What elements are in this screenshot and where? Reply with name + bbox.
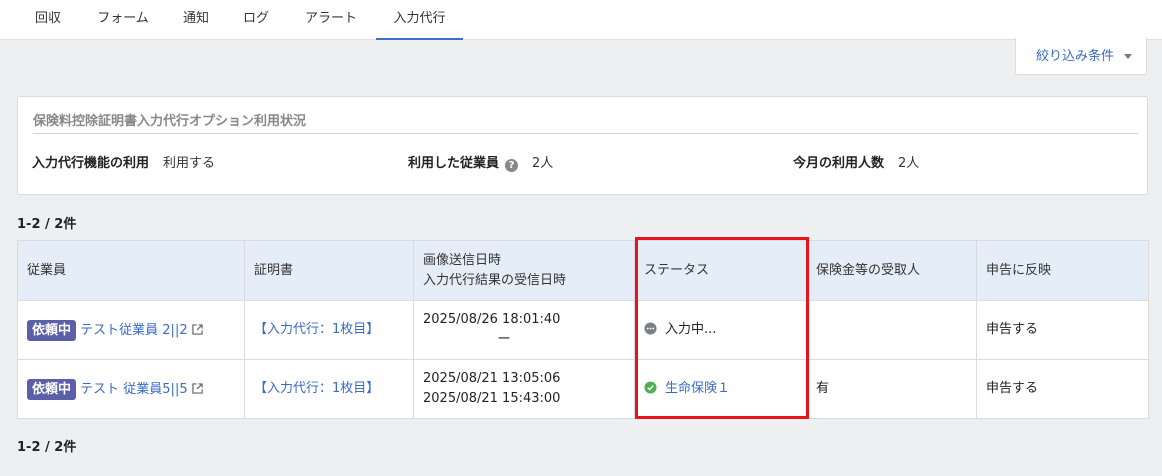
tab-notification[interactable]: 通知 (170, 0, 222, 40)
status-text: 入力中... (665, 322, 717, 337)
usage-employees: 利用した従業員? 2人 (408, 155, 553, 173)
status-badge: 依頼中 (27, 378, 77, 400)
cell-recipient: 有 (806, 359, 977, 419)
received-datetime: 2025/08/21 15:43:00 (423, 391, 561, 406)
header-employee: 従業員 (17, 240, 245, 301)
cell-status: 入力中... (634, 300, 807, 360)
employee-link[interactable]: テスト従業員 2||2 (80, 323, 187, 338)
header-datetime-sent: 画像送信日時 (423, 252, 502, 268)
pagination-count-top: 1-2 / 2件 (17, 217, 77, 232)
cell-certificate: 【入力代行：1枚目】 (244, 300, 414, 360)
usage-feature: 入力代行機能の利用 利用する (32, 155, 215, 173)
table-row: 依頼中 テスト 従業員5||5 【入力代行：1枚目】 2025/08/21 13… (17, 359, 1149, 419)
cell-employee: 依頼中 テスト 従業員5||5 (17, 359, 245, 419)
filter-conditions-button[interactable]: 絞り込み条件 (1015, 38, 1147, 75)
tab-form[interactable]: フォーム (82, 0, 164, 40)
status-badge: 依頼中 (27, 319, 77, 341)
usage-status-panel: 保険料控除証明書入力代行オプション利用状況 入力代行機能の利用 利用する 利用した… (17, 96, 1148, 195)
tab-input-proxy[interactable]: 入力代行 (376, 0, 463, 40)
tab-alert[interactable]: アラート (292, 0, 370, 40)
cell-datetime: 2025/08/26 18:01:40 ー (413, 300, 635, 360)
cell-status: 生命保険１ (634, 359, 807, 419)
input-proxy-table: 従業員 証明書 画像送信日時 入力代行結果の受信日時 ステータス 保険金等の受取… (17, 240, 1149, 419)
certificate-link[interactable]: 【入力代行：1枚目】 (254, 322, 379, 337)
cell-recipient (806, 300, 977, 360)
header-status: ステータス (634, 240, 807, 301)
external-link-icon[interactable] (191, 382, 203, 394)
sent-datetime: 2025/08/26 18:01:40 (423, 312, 561, 327)
tab-log[interactable]: ログ (230, 0, 282, 40)
usage-panel-title: 保険料控除証明書入力代行オプション利用状況 (33, 112, 1138, 134)
external-link-icon[interactable] (191, 323, 203, 335)
help-icon[interactable]: ? (505, 159, 519, 172)
table-header-row: 従業員 証明書 画像送信日時 入力代行結果の受信日時 ステータス 保険金等の受取… (17, 240, 1149, 301)
check-circle-icon (644, 381, 657, 394)
header-certificate: 証明書 (244, 240, 414, 301)
caret-down-icon (1124, 54, 1132, 59)
cell-employee: 依頼中 テスト従業員 2||2 (17, 300, 245, 360)
table-row: 依頼中 テスト従業員 2||2 【入力代行：1枚目】 2025/08/26 18… (17, 300, 1149, 360)
usage-feature-label: 入力代行機能の利用 (32, 156, 150, 171)
usage-monthly: 今月の利用人数 2人 (793, 155, 919, 173)
tab-bar: 回収 フォーム 通知 ログ アラート 入力代行 (0, 0, 1162, 40)
usage-employees-label: 利用した従業員 (408, 156, 500, 171)
header-datetime: 画像送信日時 入力代行結果の受信日時 (413, 240, 635, 301)
usage-employees-value: 2人 (532, 156, 554, 171)
sent-datetime: 2025/08/21 13:05:06 (423, 371, 561, 386)
cell-datetime: 2025/08/21 13:05:06 2025/08/21 15:43:00 (413, 359, 635, 419)
cell-reflect: 申告する (976, 300, 1149, 360)
usage-feature-value: 利用する (163, 156, 216, 171)
certificate-link[interactable]: 【入力代行：1枚目】 (254, 381, 379, 396)
header-recipient: 保険金等の受取人 (806, 240, 977, 301)
employee-link[interactable]: テスト 従業員5||5 (80, 382, 187, 397)
header-reflect: 申告に反映 (976, 240, 1149, 301)
usage-monthly-value: 2人 (898, 156, 920, 171)
in-progress-icon (644, 322, 657, 335)
status-result-link[interactable]: 生命保険１ (665, 381, 730, 396)
cell-certificate: 【入力代行：1枚目】 (244, 359, 414, 419)
tab-collection[interactable]: 回収 (22, 0, 74, 40)
received-datetime: ー (497, 332, 511, 347)
usage-monthly-label: 今月の利用人数 (793, 156, 885, 171)
cell-reflect: 申告する (976, 359, 1149, 419)
pagination-count-bottom: 1-2 / 2件 (17, 440, 77, 455)
header-datetime-received: 入力代行結果の受信日時 (423, 272, 567, 288)
filter-button-label: 絞り込み条件 (1036, 49, 1115, 64)
